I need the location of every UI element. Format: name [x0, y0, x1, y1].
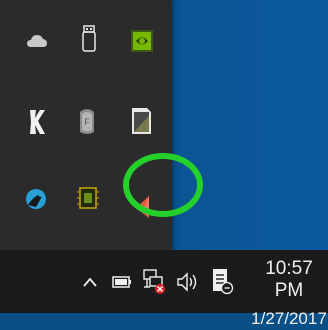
- killer-network-icon[interactable]: [20, 105, 54, 139]
- battery-icon[interactable]: [111, 272, 133, 292]
- nvidia-icon[interactable]: [125, 24, 159, 58]
- network-disconnected-icon[interactable]: [140, 266, 168, 296]
- svg-text:F: F: [84, 117, 90, 127]
- taskbar-clock[interactable]: 10:57 PM 1/27/2017: [250, 258, 328, 330]
- fingerprint-icon[interactable]: F: [70, 104, 104, 138]
- clock-time: 10:57 PM: [265, 258, 313, 301]
- volume-icon[interactable]: [175, 270, 201, 294]
- bluetooth-icon[interactable]: [19, 182, 53, 216]
- action-center-icon[interactable]: [208, 266, 236, 296]
- show-hidden-icons-chevron-icon[interactable]: [80, 272, 100, 292]
- highlight-circle: [123, 153, 203, 217]
- usb-drive-icon[interactable]: [72, 22, 106, 56]
- card-reader-icon[interactable]: [124, 104, 158, 138]
- clock-date: 1/27/2017: [251, 309, 327, 328]
- onedrive-icon[interactable]: [20, 24, 54, 58]
- processor-icon[interactable]: [71, 181, 105, 215]
